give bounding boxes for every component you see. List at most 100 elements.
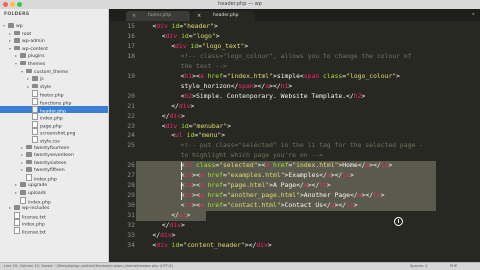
tree-folder[interactable]: ▸ uploads bbox=[0, 189, 108, 197]
tree-item-label: wp bbox=[16, 24, 23, 29]
code-token: >< bbox=[192, 71, 200, 80]
code-token: div bbox=[156, 22, 168, 30]
code-editor[interactable]: 15 16 17 18 19 20 21 22 23 24 25 26 27 28 29 30 31 32 33 34… bbox=[109, 21, 480, 262]
code-token: "menu" bbox=[198, 131, 222, 140]
code-token: id bbox=[181, 121, 189, 130]
code-token: div bbox=[160, 230, 172, 239]
tab-header-php[interactable]: × header.php bbox=[191, 11, 255, 21]
tree-folder[interactable]: ▸ plugins bbox=[0, 52, 108, 60]
indentation-setting[interactable]: Spaces: 4 bbox=[410, 263, 427, 270]
code-token: li bbox=[342, 171, 350, 180]
tree-file[interactable]: index.php bbox=[0, 113, 108, 122]
folder-icon bbox=[32, 83, 38, 89]
line-number: 34 bbox=[127, 240, 135, 249]
code-token: </ bbox=[171, 211, 179, 220]
tab-close-icon[interactable]: × bbox=[132, 11, 136, 21]
tree-folder[interactable]: ▸ twentyfourteen bbox=[0, 144, 108, 152]
code-token: >< bbox=[192, 171, 200, 180]
tree-folder[interactable]: ▸ wp-includes bbox=[0, 204, 108, 212]
folder-icon bbox=[26, 167, 32, 172]
tree-item-label: root bbox=[22, 31, 32, 37]
tree-folder[interactable]: ▾ custom_theme bbox=[0, 68, 108, 76]
code-line: </div> bbox=[162, 112, 185, 122]
tree-item-label: plugins bbox=[28, 54, 45, 60]
tree-file[interactable]: license.txt bbox=[0, 211, 108, 220]
code-token: >< bbox=[192, 201, 200, 210]
code-token: li bbox=[184, 201, 193, 210]
code-token: ul bbox=[175, 131, 183, 140]
line-number: 16 bbox=[127, 31, 135, 40]
syntax-setting[interactable]: PHP bbox=[450, 263, 457, 270]
tab-close-icon[interactable]: × bbox=[197, 11, 201, 21]
tree-item-label: uploads bbox=[28, 191, 47, 197]
tree-file[interactable]: index.php bbox=[0, 196, 108, 205]
code-token: div bbox=[169, 111, 182, 120]
tree-file[interactable]: footer.php bbox=[0, 90, 108, 99]
tree-folder[interactable]: ▸ twentysixteen bbox=[0, 159, 108, 167]
tree-item-label: twentysixteen bbox=[34, 160, 67, 166]
code-token: "logo" bbox=[192, 31, 216, 40]
tree-folder[interactable]: ▾ wp-content bbox=[0, 45, 108, 53]
code-token: > bbox=[396, 71, 401, 80]
tree-file[interactable]: license.txt bbox=[0, 227, 108, 236]
code-token: "index.html" bbox=[226, 71, 273, 80]
line-number: 18 bbox=[127, 51, 135, 60]
code-token: >Contact Us</ bbox=[280, 201, 331, 210]
tree-folder[interactable]: ▾ wp bbox=[0, 22, 108, 30]
code-token: "contact.html" bbox=[226, 201, 281, 210]
tree-folder[interactable]: ▸ js bbox=[0, 75, 108, 83]
code-line: </div> bbox=[171, 102, 194, 112]
tree-folder[interactable]: ▸ upgrade bbox=[0, 181, 108, 189]
code-token: li bbox=[346, 201, 354, 210]
code-token: "another_page.html" bbox=[226, 191, 300, 200]
code-token: > bbox=[244, 41, 249, 50]
line-number: 24 bbox=[127, 131, 135, 140]
code-token: div bbox=[175, 41, 187, 50]
tree-folder[interactable]: ▸ twentyfifteen bbox=[0, 166, 108, 174]
tree-item-label: twentyfourteen bbox=[34, 145, 70, 151]
tree-item-label: wp-admin bbox=[22, 39, 45, 45]
code-line: <li><a href="contact.html">Contact Us</a… bbox=[181, 201, 358, 211]
code-line: <div id="logo_text"> bbox=[171, 42, 248, 52]
tree-folder[interactable]: ▸ root bbox=[0, 30, 108, 38]
code-token: </ bbox=[161, 221, 170, 229]
tree-file[interactable]: index.php bbox=[0, 219, 108, 228]
tree-file[interactable]: style.css bbox=[0, 135, 108, 144]
line-number: 27 bbox=[127, 171, 135, 180]
code-line: to highlight which page you're on --> bbox=[181, 151, 323, 161]
tree-item-label: upgrade bbox=[28, 183, 48, 189]
tree-item-label: twentyseventeen bbox=[34, 153, 74, 159]
code-token: >A Page</ bbox=[269, 181, 304, 190]
tree-file[interactable]: screenshot.png bbox=[0, 128, 108, 137]
chevron-down-icon[interactable]: ▾ bbox=[471, 11, 475, 18]
file-icon bbox=[14, 227, 20, 235]
line-number: 19 bbox=[127, 71, 135, 80]
code-line: the text --> bbox=[181, 62, 227, 72]
tree-item-label: themes bbox=[28, 61, 46, 67]
file-icon bbox=[32, 97, 38, 105]
tree-file[interactable]: page.php bbox=[0, 120, 108, 129]
folder-icon bbox=[32, 76, 38, 81]
tree-folder[interactable]: ▸ wp-admin bbox=[0, 37, 108, 45]
folder-icon bbox=[26, 144, 32, 149]
code-token: to highlight which page you're on --> bbox=[180, 151, 323, 160]
code-token: ></ bbox=[334, 201, 347, 210]
tab-footer-php[interactable]: × footer.php bbox=[126, 11, 190, 21]
code-token: div bbox=[178, 101, 191, 110]
tree-file[interactable]: index.php bbox=[0, 173, 108, 182]
code-token: "logo_colour" bbox=[346, 71, 397, 80]
tree-folder[interactable]: ▾ themes bbox=[0, 60, 108, 68]
tree-file[interactable]: header.php bbox=[0, 105, 108, 114]
file-icon bbox=[14, 219, 20, 227]
code-token: ></ bbox=[307, 181, 320, 190]
tree-file[interactable]: functions.php bbox=[0, 97, 108, 106]
file-icon bbox=[32, 113, 38, 121]
tree-folder[interactable]: ▸ twentyseventeen bbox=[0, 151, 108, 159]
tree-folder[interactable]: ▸ style bbox=[0, 83, 108, 91]
line-number: 30 bbox=[127, 201, 135, 210]
line-number: 29 bbox=[127, 191, 135, 200]
tree-item-label: license.txt bbox=[22, 230, 46, 236]
code-token: href bbox=[207, 171, 223, 180]
code-token: href bbox=[207, 181, 223, 190]
code-token: "logo_text" bbox=[202, 41, 245, 50]
